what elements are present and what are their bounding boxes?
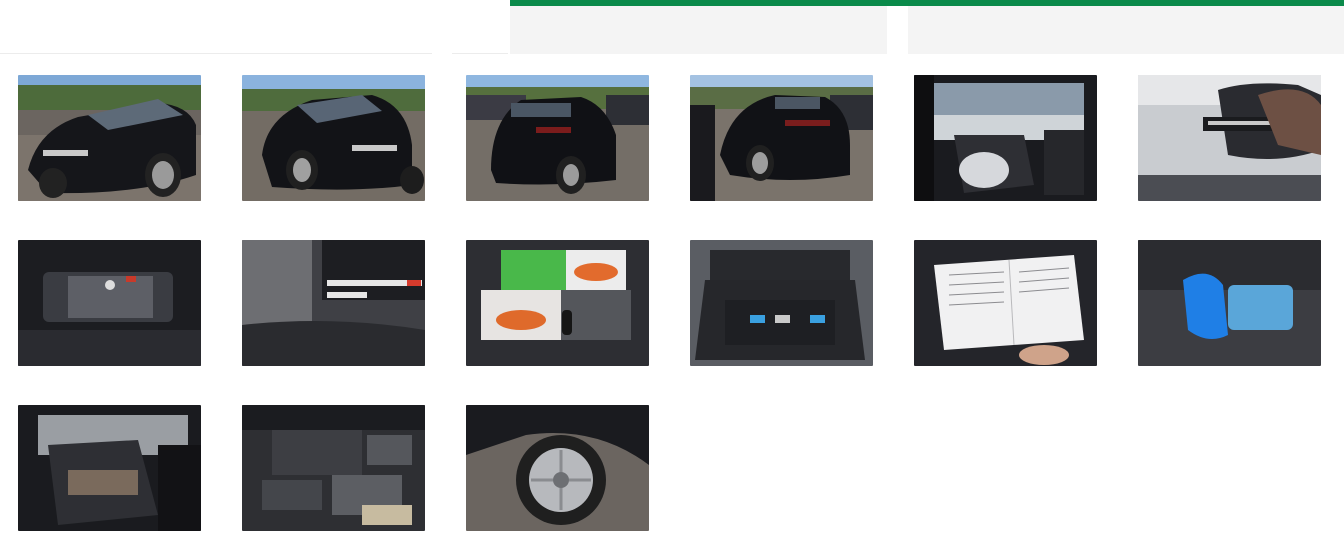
car-photo-icon bbox=[18, 405, 201, 531]
gallery-thumb-rear-seat-items[interactable] bbox=[1138, 240, 1321, 366]
header-spacer bbox=[452, 0, 508, 54]
header-panel-right[interactable] bbox=[908, 6, 1344, 54]
gallery-thumb-car-front-right[interactable] bbox=[242, 75, 425, 201]
car-photo-icon bbox=[690, 75, 873, 201]
car-photo-icon bbox=[1138, 75, 1321, 201]
listing-page bbox=[0, 0, 1344, 536]
gallery-thumb-car-front-left[interactable] bbox=[18, 75, 201, 201]
car-photo-icon bbox=[18, 240, 201, 366]
gallery-thumb-wheel-rim[interactable] bbox=[466, 405, 649, 531]
photo-gallery bbox=[18, 75, 1321, 532]
gallery-thumb-car-rear-right[interactable] bbox=[466, 75, 649, 201]
gallery-thumb-service-booklet[interactable] bbox=[914, 240, 1097, 366]
car-photo-icon bbox=[18, 75, 201, 201]
gallery-thumb-trunk[interactable] bbox=[690, 240, 873, 366]
header-left-area bbox=[0, 0, 432, 54]
header-area bbox=[0, 0, 1344, 56]
gallery-thumb-instrument-cluster[interactable] bbox=[18, 240, 201, 366]
car-photo-icon bbox=[242, 240, 425, 366]
car-photo-icon bbox=[242, 75, 425, 201]
gallery-thumb-interior-driver-door[interactable] bbox=[914, 75, 1097, 201]
gallery-thumb-car-rear-left[interactable] bbox=[690, 75, 873, 201]
car-photo-icon bbox=[242, 405, 425, 531]
header-panel-left[interactable] bbox=[510, 6, 887, 54]
gallery-thumb-documents-and-key[interactable] bbox=[466, 240, 649, 366]
gallery-thumb-rear-seats[interactable] bbox=[18, 405, 201, 531]
car-photo-icon bbox=[466, 405, 649, 531]
car-photo-icon bbox=[1138, 240, 1321, 366]
car-photo-icon bbox=[466, 240, 649, 366]
car-photo-icon bbox=[914, 75, 1097, 201]
gallery-thumb-windshield-vin-sticker[interactable] bbox=[1138, 75, 1321, 201]
accent-bar bbox=[510, 0, 1344, 6]
gallery-thumb-odometer-display[interactable] bbox=[242, 240, 425, 366]
car-photo-icon bbox=[690, 240, 873, 366]
gallery-thumb-engine-bay[interactable] bbox=[242, 405, 425, 531]
car-photo-icon bbox=[466, 75, 649, 201]
car-photo-icon bbox=[914, 240, 1097, 366]
